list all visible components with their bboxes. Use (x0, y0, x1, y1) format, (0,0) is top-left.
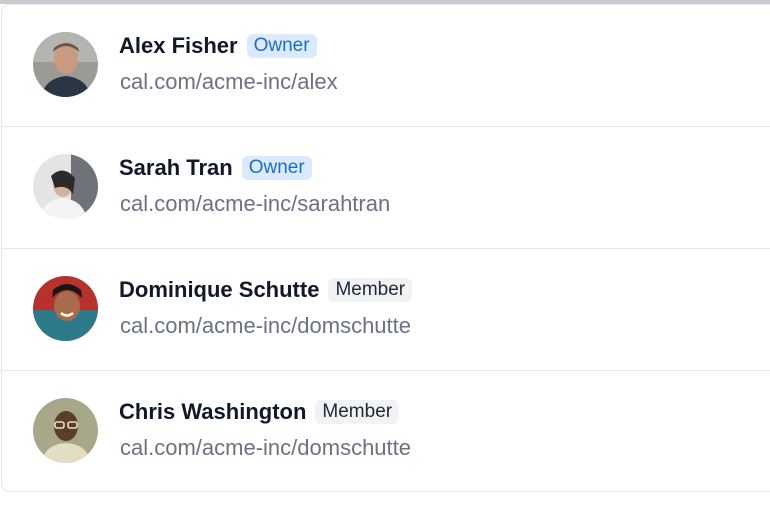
member-row[interactable]: Dominique Schutte Member cal.com/acme-in… (2, 249, 770, 371)
role-badge: Owner (246, 34, 317, 58)
member-row[interactable]: Chris Washington Member cal.com/acme-inc… (2, 371, 770, 491)
member-row[interactable]: Alex Fisher Owner cal.com/acme-inc/alex (2, 5, 770, 127)
role-badge: Member (315, 400, 400, 424)
member-name: Sarah Tran (119, 155, 233, 180)
member-url[interactable]: cal.com/acme-inc/alex (120, 69, 338, 95)
member-name-line: Dominique Schutte Member (119, 275, 413, 305)
member-name-line: Alex Fisher Owner (119, 31, 317, 61)
member-name-line: Sarah Tran Owner (119, 153, 312, 183)
avatar[interactable] (33, 398, 98, 463)
avatar[interactable] (33, 154, 98, 219)
member-name: Alex Fisher (119, 33, 238, 58)
avatar-photo-dominique-icon (33, 276, 98, 341)
role-badge: Owner (241, 156, 312, 180)
member-name-line: Chris Washington Member (119, 397, 400, 427)
member-list: Alex Fisher Owner cal.com/acme-inc/alex … (1, 4, 770, 492)
avatar[interactable] (33, 276, 98, 341)
avatar[interactable] (33, 32, 98, 97)
avatar-photo-chris-icon (33, 398, 98, 463)
member-name: Chris Washington (119, 399, 307, 424)
role-badge: Member (328, 278, 413, 302)
avatar-photo-alex-icon (33, 32, 98, 97)
member-url[interactable]: cal.com/acme-inc/sarahtran (120, 191, 390, 217)
member-name: Dominique Schutte (119, 277, 320, 302)
member-url[interactable]: cal.com/acme-inc/domschutte (120, 435, 411, 461)
member-row[interactable]: Sarah Tran Owner cal.com/acme-inc/saraht… (2, 127, 770, 249)
member-url[interactable]: cal.com/acme-inc/domschutte (120, 313, 411, 339)
avatar-photo-sarah-icon (33, 154, 98, 219)
